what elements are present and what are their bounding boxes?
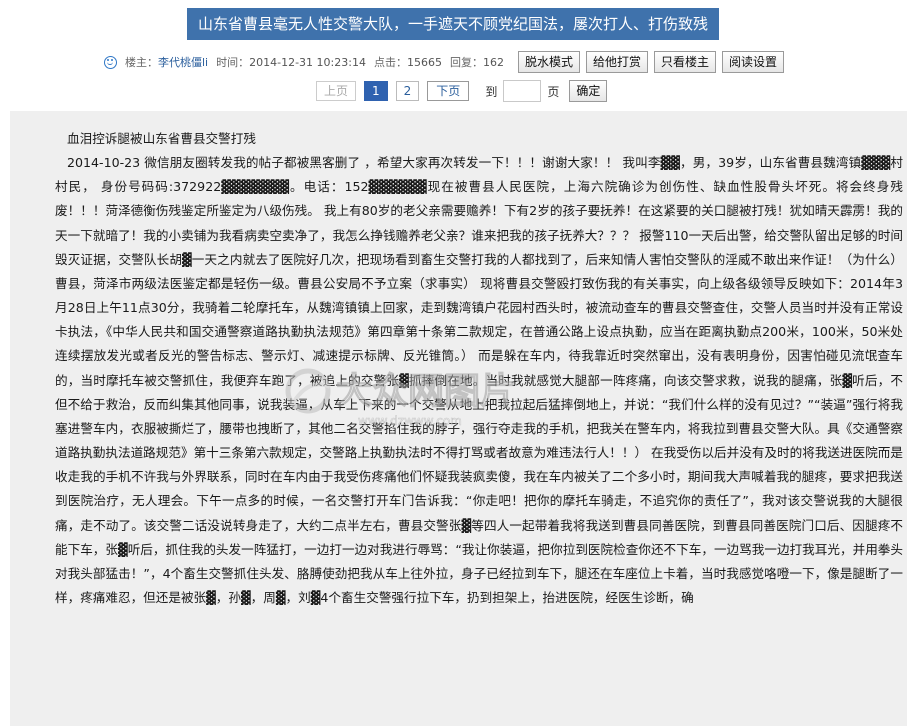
post-body: 2014-10-23 微信朋友圈转发我的帖子都被黑客删了 ，希望大家再次转发一下… <box>55 155 903 605</box>
page-1-link[interactable]: 1 <box>364 81 388 101</box>
post-body-container: 血泪控诉腿被山东省曹县交警打残 2014-10-23 微信朋友圈转发我的帖子都被… <box>55 127 903 610</box>
tip-author-button[interactable]: 给他打赏 <box>585 51 648 73</box>
smiley-icon <box>104 55 117 69</box>
confirm-page-button[interactable]: 确定 <box>569 80 608 102</box>
click-count: 15665 <box>406 55 442 69</box>
pagination: 上页 1 2 下页 到 页 确定 <box>316 79 608 103</box>
reading-settings-button[interactable]: 阅读设置 <box>722 51 785 73</box>
thread-meta: 楼主： 李代桃僵li 时间： 2014-12-31 10:23:14 点击： 1… <box>104 51 785 73</box>
clicks-label: 点击： <box>373 56 407 69</box>
post-content-area: 血泪控诉腿被山东省曹县交警打残 2014-10-23 微信朋友圈转发我的帖子都被… <box>10 111 907 726</box>
post-title: 血泪控诉腿被山东省曹县交警打残 <box>67 131 256 146</box>
time-label: 时间： <box>216 56 250 69</box>
reply-count: 162 <box>482 55 504 69</box>
page-2-link[interactable]: 2 <box>395 81 420 101</box>
prev-page-button[interactable]: 上页 <box>316 81 357 101</box>
post-time: 2014-12-31 10:23:14 <box>249 55 366 69</box>
dehydrate-mode-button[interactable]: 脱水模式 <box>517 51 580 73</box>
page-number-input[interactable] <box>503 80 542 102</box>
author-link[interactable]: 李代桃僵li <box>158 54 208 70</box>
author-only-button[interactable]: 只看楼主 <box>653 51 716 73</box>
thread-title: 山东省曹县毫无人性交警大队，一手遮天不顾党纪国法，屡次打人、打伤致残 <box>187 8 719 40</box>
goto-label: 到 <box>485 84 498 99</box>
author-label: 楼主： <box>125 56 158 69</box>
page-unit-label: 页 <box>547 84 560 99</box>
next-page-button[interactable]: 下页 <box>427 81 470 101</box>
replies-label: 回复： <box>449 56 483 69</box>
